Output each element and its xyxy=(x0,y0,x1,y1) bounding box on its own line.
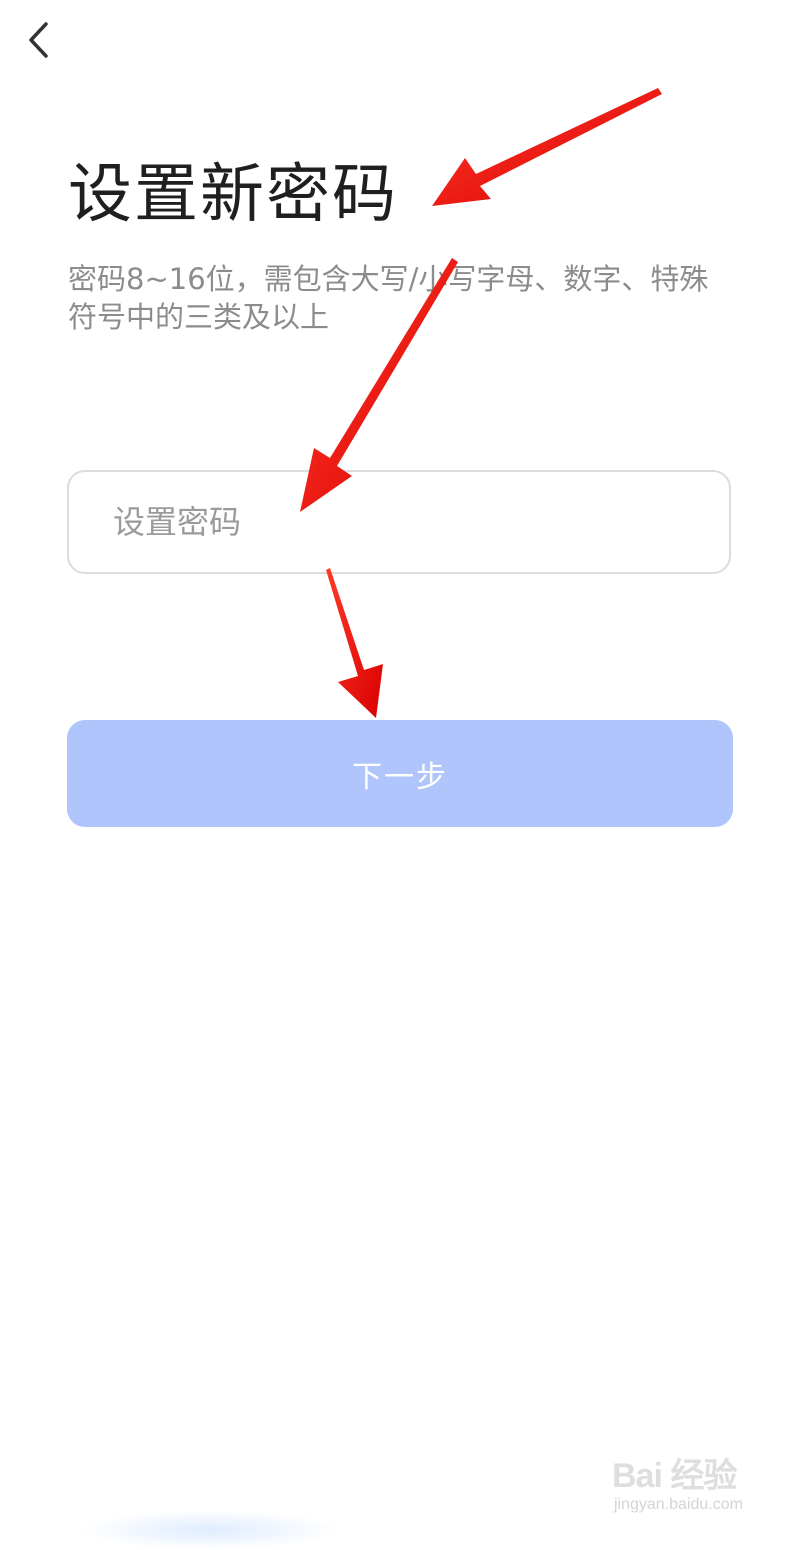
watermark-url: jingyan.baidu.com xyxy=(614,1496,743,1513)
watermark-logo: Bai 经验 xyxy=(612,1457,737,1495)
chevron-left-icon xyxy=(29,22,48,58)
next-step-button[interactable]: 下一步 xyxy=(67,720,733,827)
annotation-arrow-title xyxy=(432,88,662,206)
password-input[interactable] xyxy=(113,472,693,572)
page-title: 设置新密码 xyxy=(68,158,398,232)
annotation-arrow-button xyxy=(326,568,383,718)
bottom-glow xyxy=(80,1510,340,1550)
back-button[interactable] xyxy=(18,14,62,66)
password-field-container xyxy=(67,470,731,574)
watermark: Bai 经验 jingyan.baidu.com xyxy=(612,1448,762,1528)
password-requirements-text: 密码8~16位，需包含大写/小写字母、数字、特殊符号中的三类及以上 xyxy=(68,262,709,334)
